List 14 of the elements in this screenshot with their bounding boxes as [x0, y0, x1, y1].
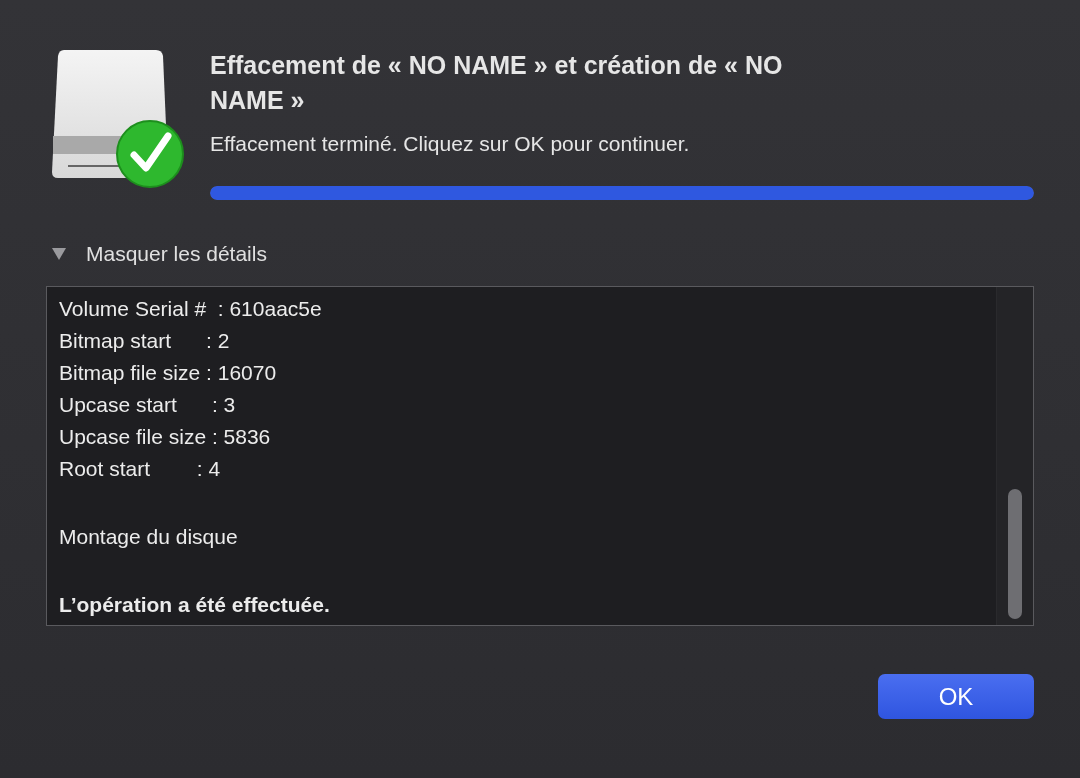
log-line: L’opération a été effectuée.: [59, 592, 331, 618]
log-line: Bitmap file size : 16070: [59, 360, 278, 386]
log-line: Upcase start : 3: [59, 392, 237, 418]
status-message: Effacement terminé. Cliquez sur OK pour continuer.: [210, 132, 691, 156]
disclosure-triangle-icon: [52, 248, 66, 260]
log-line: Volume Serial # : 610aac5e: [59, 296, 323, 322]
log-line: Montage du disque: [59, 524, 239, 550]
log-line: Bitmap start : 2: [59, 328, 231, 354]
scrollbar-thumb[interactable]: [1008, 489, 1022, 619]
details-toggle[interactable]: Masquer les détails: [46, 242, 267, 266]
log-line: Root start : 4: [59, 456, 222, 482]
log-line: Upcase file size : 5836: [59, 424, 272, 450]
dialog-title: Effacement de « NO NAME » et création de « NO NAME »: [210, 50, 784, 116]
ok-button[interactable]: OK: [878, 674, 1034, 719]
